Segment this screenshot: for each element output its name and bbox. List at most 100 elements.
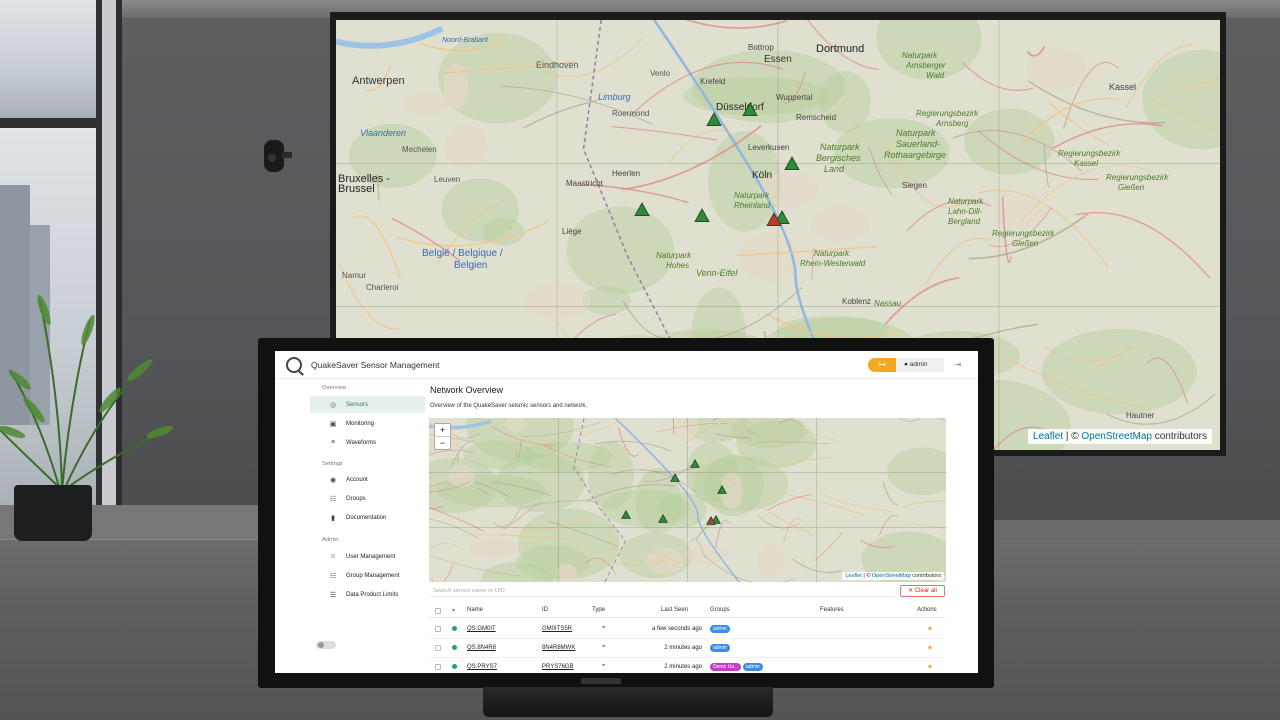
monitoring-icon: ▣: [329, 420, 337, 428]
attribution-text: contributors: [1151, 431, 1207, 442]
sidebar-item-label: Sensors: [346, 401, 369, 408]
table-header: ▾ Name ID Type Last Seen Groups Features…: [430, 604, 945, 618]
map-place-label: Liège: [562, 227, 582, 236]
table-row[interactable]: QS.GM0IT GM0ITS5R ⌖ a few seconds ago admin ✷: [430, 620, 945, 639]
sidebar-section-label: Admin: [322, 537, 339, 543]
column-groups[interactable]: Groups: [710, 607, 730, 613]
sensor-actions-icon[interactable]: ✷: [927, 644, 933, 652]
map-place-label: Koblenz: [842, 297, 871, 306]
map-place-label: Venlo: [650, 69, 671, 78]
sensor-name-link[interactable]: QS.PRYS7: [467, 664, 497, 670]
sidebar-item-sensors[interactable]: ◎ Sensors: [310, 396, 425, 413]
map-place-label: Regierungsbezirk: [1106, 173, 1169, 182]
waveforms-icon: ≡: [330, 439, 336, 446]
map-place-label: Roermond: [612, 109, 649, 118]
column-id[interactable]: ID: [542, 607, 548, 613]
app-window: QuakeSaver Sensor Management ⊶ ● admin ⇥…: [275, 351, 978, 673]
map-place-label: Maastricht: [566, 179, 604, 188]
status-dot: [452, 645, 457, 650]
status-dot: [452, 626, 457, 631]
data-product-limits-icon: ☰: [329, 591, 337, 599]
map-place-label: Naturpark: [820, 142, 860, 152]
sensor-actions-icon[interactable]: ✷: [927, 663, 933, 671]
plant-pot: [14, 485, 92, 541]
sidebar-item-user-management[interactable]: ☺ User Management: [310, 548, 425, 565]
quakesaver-logo-icon: [286, 356, 302, 373]
group-badge[interactable]: Demo Us...: [710, 663, 742, 671]
sidebar-item-label: Monitoring: [346, 420, 375, 427]
row-checkbox[interactable]: [435, 626, 441, 632]
network-map[interactable]: + − Leaflet | © OpenStreetMap contributo…: [429, 418, 946, 582]
map-place-label: Gießen: [1118, 183, 1145, 192]
zoom-in-button[interactable]: +: [435, 424, 450, 437]
search-input[interactable]: Search sensor name or UID: [430, 585, 895, 597]
app-header: QuakeSaver Sensor Management ⊶ ● admin ⇥: [275, 351, 978, 379]
network-map-canvas: [429, 418, 946, 582]
column-features[interactable]: Features: [820, 607, 844, 613]
map-place-label: Krefeld: [700, 77, 725, 86]
map-place-label: Vlaanderen: [360, 128, 406, 138]
attribution-separator: | ©: [1063, 431, 1082, 442]
leaflet-link[interactable]: Leaflet: [845, 573, 862, 579]
table-row[interactable]: QS.PRYS7 PRYS76GB ⌖ 2 minutes ago Demo Us...…: [430, 658, 945, 673]
user-menu-button[interactable]: ● admin: [896, 358, 944, 372]
map-place-label: Köln: [752, 170, 772, 181]
map-place-label: Bottrop: [748, 43, 774, 52]
row-checkbox[interactable]: [435, 645, 441, 651]
sidebar-item-label: Groups: [346, 495, 366, 502]
map-place-label: Heerlen: [612, 169, 640, 178]
sidebar: Overview Settings Admin ◎ Sensors ▣ Monitoring…: [310, 379, 426, 673]
table-row[interactable]: QS.8N4R8 8N4R8MWK ⌖ 2 minutes ago admin ✷: [430, 639, 945, 658]
sensor-id-link[interactable]: 8N4R8MWK: [542, 645, 575, 651]
column-last-seen[interactable]: Last Seen: [661, 607, 688, 613]
sensor-actions-icon[interactable]: ✷: [927, 625, 933, 633]
column-name[interactable]: Name: [467, 607, 483, 613]
map-place-label: Charleroi: [366, 283, 399, 292]
sidebar-item-label: User Management: [346, 553, 396, 560]
sidebar-item-account[interactable]: ◉ Account: [310, 471, 425, 488]
sensor-name-link[interactable]: QS.GM0IT: [467, 626, 496, 632]
logout-icon[interactable]: ⇥: [949, 358, 967, 372]
map-place-label: Eindhoven: [536, 60, 579, 70]
sensor-id-link[interactable]: PRYS76GB: [542, 664, 574, 670]
group-badge[interactable]: admin: [710, 625, 730, 633]
sidebar-item-groups[interactable]: ☷ Groups: [310, 490, 425, 507]
select-all-checkbox[interactable]: [435, 608, 441, 614]
group-badges: admin: [710, 644, 732, 652]
osm-link[interactable]: OpenStreetMap: [1081, 431, 1152, 442]
group-badge[interactable]: admin: [743, 663, 763, 671]
row-checkbox[interactable]: [435, 664, 441, 670]
sidebar-item-monitoring[interactable]: ▣ Monitoring: [310, 415, 425, 432]
map-place-label: Rhein-Westerwald: [800, 259, 866, 268]
sensor-type-icon: ⌖: [602, 663, 606, 669]
api-key-button[interactable]: ⊶: [868, 358, 896, 372]
clear-all-button[interactable]: ✕ Clear all: [900, 585, 945, 597]
map-place-label: Lahn-Dill-: [948, 207, 983, 216]
filter-icon[interactable]: ▾: [452, 607, 455, 614]
zoom-out-button[interactable]: −: [435, 437, 450, 450]
map-place-label: Leverkusen: [748, 143, 789, 152]
map-place-label: Dortmund: [816, 43, 864, 55]
map-place-label: Sauerland-: [896, 139, 940, 149]
map-place-label: Limburg: [598, 92, 631, 102]
sidebar-item-label: Account: [346, 476, 368, 483]
map-place-label: Rothaargebirge: [884, 150, 946, 160]
sidebar-item-label: Data Product Limits: [346, 591, 399, 598]
map-place-label: Arnsberger: [905, 61, 946, 70]
page-subtitle: Overview of the QuakeSaver seismic senso…: [430, 403, 588, 409]
leaflet-link[interactable]: Leaflet: [1033, 431, 1063, 442]
sensor-type-icon: ⌖: [602, 644, 606, 650]
group-badge[interactable]: admin: [710, 644, 730, 652]
map-place-label: Kassel: [1109, 82, 1136, 92]
sidebar-item-data-product-limits[interactable]: ☰ Data Product Limits: [310, 586, 425, 603]
theme-toggle[interactable]: [316, 641, 336, 649]
sidebar-item-group-management[interactable]: ☷ Group Management: [310, 567, 425, 584]
groups-icon: ☷: [329, 495, 337, 503]
sidebar-item-documentation[interactable]: ▮ Documentation: [310, 509, 425, 526]
sidebar-item-waveforms[interactable]: ≡ Waveforms: [310, 434, 425, 451]
sensor-name-link[interactable]: QS.8N4R8: [467, 645, 496, 651]
sensor-id-link[interactable]: GM0ITS5R: [542, 626, 572, 632]
osm-link[interactable]: OpenStreetMap: [872, 573, 911, 579]
wall-map-attribution: Leaflet | © OpenStreetMap contributors: [1028, 429, 1212, 444]
column-type[interactable]: Type: [592, 607, 605, 613]
